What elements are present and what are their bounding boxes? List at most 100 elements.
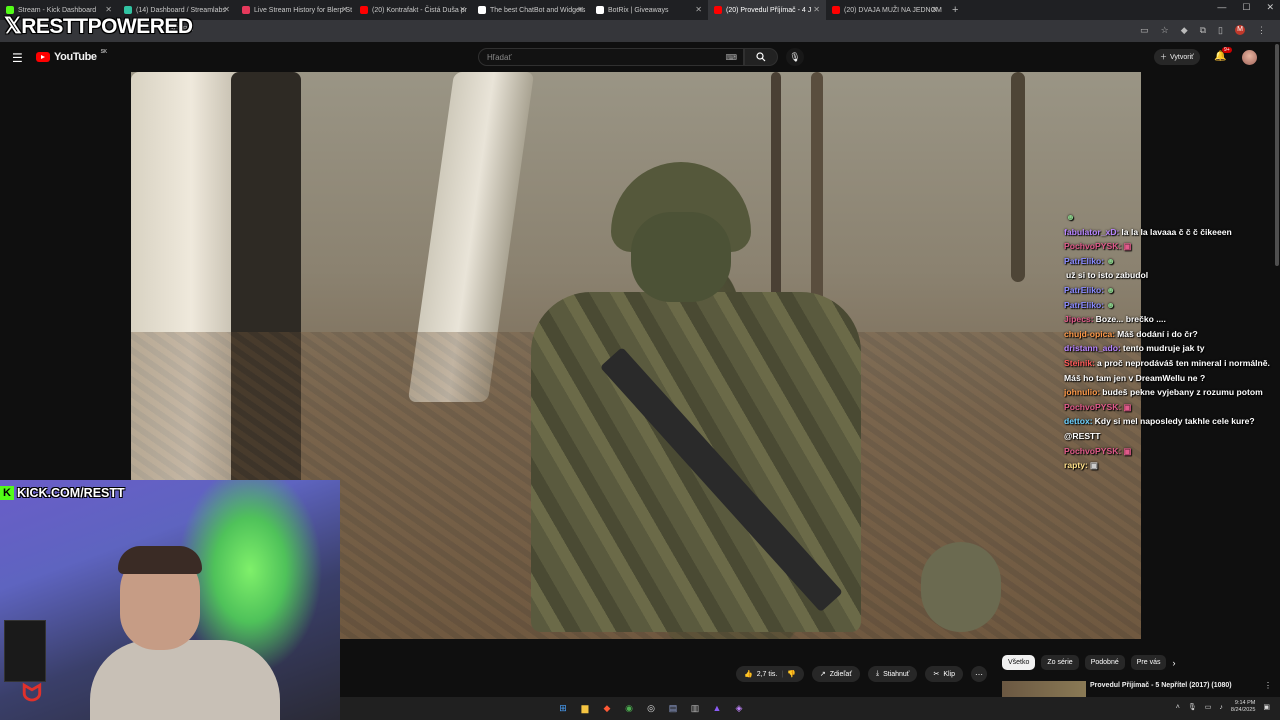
create-label: Vytvoriť: [1170, 53, 1194, 61]
chat-username: chujd-opica:: [1064, 328, 1116, 339]
chat-message: Jipecs: Boze... brečko ....: [1064, 312, 1274, 327]
browser-tab-active[interactable]: (20) Provedul Příjímač - 4 J ✕: [708, 0, 826, 20]
browser-tab[interactable]: (20) DVAJA MUŽI NA JEDNOM ✕: [826, 0, 944, 20]
chat-username: PochvoPYSK:: [1064, 401, 1122, 412]
stream-chat-overlay: ☻ fabulator_xD: la la la lavaaa č č č čik…: [1064, 210, 1274, 473]
close-tab-icon[interactable]: ✕: [931, 5, 938, 14]
more-options-icon[interactable]: ⋮: [1264, 681, 1272, 690]
maximize-icon[interactable]: ☐: [1242, 2, 1250, 13]
close-tab-icon[interactable]: ✕: [223, 5, 230, 14]
chat-message: PatrEliko: ☻: [1064, 298, 1274, 313]
browser-tab[interactable]: (20) Kontrafakt - Čistá Duša pr ✕: [354, 0, 472, 20]
recommended-video[interactable]: Provedul Příjímač - 5 Nepřítel (2017) (1…: [1002, 681, 1272, 697]
webcam-overlay: ᗢ: [0, 480, 340, 720]
clip-button[interactable]: ✂ Klip: [925, 666, 963, 682]
user-avatar[interactable]: [1242, 50, 1257, 65]
youtube-logo[interactable]: YouTube SK: [36, 49, 107, 63]
close-tab-icon[interactable]: ✕: [341, 5, 348, 14]
kick-badge: K KICK.COM/RESTT: [0, 486, 125, 500]
close-tab-icon[interactable]: ✕: [813, 5, 820, 14]
close-tab-icon[interactable]: ✕: [577, 5, 584, 14]
sidepanel-icon[interactable]: ▯: [1218, 25, 1223, 36]
close-tab-icon[interactable]: ✕: [459, 5, 466, 14]
chat-message: PatrEliko: ☻: [1064, 283, 1274, 298]
thumbs-down-icon[interactable]: 👎: [787, 670, 796, 678]
obs-icon[interactable]: ◎: [644, 701, 658, 715]
search-input[interactable]: Hľadať ⌨: [478, 48, 744, 66]
more-actions-button[interactable]: ⋯: [971, 666, 987, 682]
chip-for-you[interactable]: Pre vás: [1130, 655, 1167, 670]
scrollbar-thumb[interactable]: [1275, 44, 1279, 266]
clock-date: 8/24/2025: [1230, 707, 1256, 713]
chip-similar[interactable]: Podobné: [1084, 655, 1125, 670]
chat-message: PochvoPYSK: ▣: [1064, 239, 1274, 254]
system-clock[interactable]: 9:14 PM 8/24/2025: [1231, 700, 1255, 714]
chat-message: PatrEliko: ☻: [1064, 254, 1274, 269]
volume-icon[interactable]: ♪: [1219, 704, 1223, 711]
keyboard-icon[interactable]: ⌨: [725, 53, 737, 62]
chevron-right-icon[interactable]: ›: [1172, 658, 1175, 668]
brave-icon[interactable]: ◆: [600, 701, 614, 715]
new-tab-button[interactable]: +: [952, 4, 958, 16]
tab-favicon-icon: [596, 6, 604, 14]
taskbar-apps: ⊞ ▆ ◆ ◉ ◎ ▤ ▥ ▲ ◈: [556, 701, 746, 715]
voice-search-button[interactable]: 🎙: [786, 48, 804, 66]
cast-icon[interactable]: ▭: [1140, 25, 1149, 36]
windows-start-icon[interactable]: ⊞: [556, 701, 570, 715]
tab-title: (20) Kontrafakt - Čistá Duša pr: [372, 6, 467, 14]
chat-username: Jipecs:: [1064, 314, 1094, 325]
tab-title: (20) Provedul Příjímač - 4 J: [726, 6, 812, 14]
browser-tab[interactable]: The best ChatBot and Widgets ✕: [472, 0, 590, 20]
share-button[interactable]: ↗ Zdieľať: [811, 666, 860, 682]
hamburger-menu-icon[interactable]: ☰: [12, 51, 23, 65]
system-tray: ˄ 🎙 ▭ ♪ 9:14 PM 8/24/2025 ▣: [1176, 700, 1270, 714]
kick-logo-icon: K: [0, 486, 14, 500]
chat-text: už si to isto zabudol: [1066, 270, 1149, 281]
browser-toolbar-icons: ▭ ☆ ◆ ⧉ ▯ M ⋮: [1140, 25, 1266, 36]
video-thumbnail[interactable]: [1002, 681, 1086, 697]
like-dislike-button[interactable]: 👍 2,7 tis. | 👎: [736, 666, 804, 682]
twitch-icon[interactable]: ▲: [710, 701, 724, 715]
speaker: [4, 620, 46, 682]
chip-from-series[interactable]: Zo série: [1041, 655, 1079, 670]
browser-tab[interactable]: BotRix | Giveaways ✕: [590, 0, 708, 20]
close-tab-icon[interactable]: ✕: [695, 5, 702, 14]
stream-overlay-logo: 𝕏RESTTPOWERED: [4, 13, 193, 39]
clip-label: Klip: [943, 670, 955, 678]
recommended-video-title[interactable]: Provedul Příjímač - 5 Nepřítel (2017) (1…: [1090, 681, 1260, 690]
bookmark-star-icon[interactable]: ☆: [1161, 25, 1169, 36]
notification-icon[interactable]: ▣: [1263, 703, 1270, 711]
chat-message: už si to isto zabudol: [1064, 268, 1274, 283]
close-window-icon[interactable]: ✕: [1266, 2, 1274, 13]
tab-favicon-icon: [478, 6, 486, 14]
emote-icon: ▣: [1123, 241, 1132, 252]
chat-username: johnulio:: [1064, 387, 1101, 398]
chevron-up-icon[interactable]: ˄: [1176, 704, 1180, 711]
browser-tab[interactable]: Live Stream History for Blerp St ✕: [236, 0, 354, 20]
profile-avatar[interactable]: M: [1235, 25, 1245, 35]
extension-icon[interactable]: ◆: [1181, 25, 1188, 36]
tab-favicon-icon: [360, 6, 368, 14]
tab-favicon-icon: [714, 6, 722, 14]
chip-all[interactable]: Všetko: [1002, 655, 1036, 670]
scissors-icon: ✂: [933, 671, 940, 678]
divider: |: [781, 670, 784, 678]
chrome-icon[interactable]: ◉: [622, 701, 636, 715]
app-icon[interactable]: ▤: [666, 701, 680, 715]
network-icon[interactable]: ▭: [1205, 703, 1212, 711]
thumbs-up-icon[interactable]: 👍: [744, 670, 753, 678]
app-icon[interactable]: ▥: [688, 701, 702, 715]
search-button[interactable]: [744, 48, 778, 66]
window-controls: — ☐ ✕: [1217, 2, 1274, 13]
menu-dots-icon[interactable]: ⋮: [1257, 25, 1266, 36]
chat-username: dristann_ado:: [1064, 343, 1121, 354]
discord-icon[interactable]: ◈: [732, 701, 746, 715]
puzzle-icon[interactable]: ⧉: [1200, 25, 1206, 36]
minimize-icon[interactable]: —: [1217, 2, 1226, 13]
soldier-figure: [491, 162, 921, 639]
create-button[interactable]: ＋ Vytvoriť: [1154, 49, 1200, 65]
file-explorer-icon[interactable]: ▆: [578, 701, 592, 715]
mic-icon[interactable]: 🎙: [1188, 703, 1197, 711]
chat-text: Máš dodání i do čr?: [1117, 328, 1198, 339]
download-button[interactable]: ⤓ Stiahnuť: [867, 666, 918, 682]
